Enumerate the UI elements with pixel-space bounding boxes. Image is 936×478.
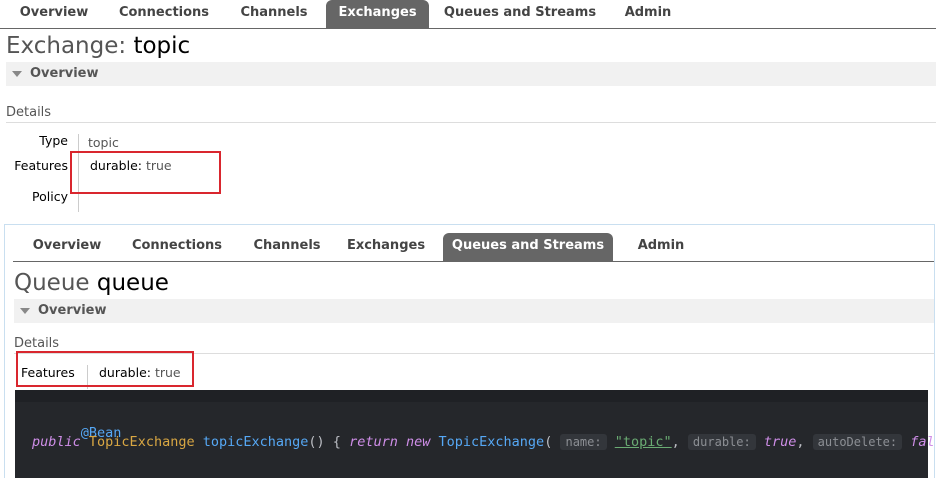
open-paren: ( [544,434,553,450]
string-literal: "topic" [614,434,672,450]
queue-nav-tabs: Overview Connections Channels Exchanges … [13,233,934,262]
tab-admin[interactable]: Admin [612,0,684,28]
tab-queues-and-streams[interactable]: Queues and Streams [443,233,613,261]
keyword-public: public [32,434,81,450]
divider [6,122,936,123]
tab-overview[interactable]: Overview [21,233,113,261]
collapse-triangle-icon [12,71,22,77]
return-type: TopicExchange [88,434,195,450]
type-value: topic [88,135,119,150]
section-label: Overview [38,303,107,318]
method-name: topicExchange [202,434,309,450]
tab-queues-and-streams[interactable]: Queues and Streams [437,0,603,28]
tab-connections[interactable]: Connections [119,233,235,261]
tab-admin[interactable]: Admin [625,233,697,261]
highlight-box [16,351,194,387]
tab-exchanges[interactable]: Exchanges [326,0,429,28]
overview-section-header[interactable]: Overview [6,62,936,86]
details-heading: Details [6,105,52,120]
highlight-box [70,151,221,194]
keyword-new: new [405,434,431,450]
code-editor-top-bar [15,390,928,402]
policy-key: Policy [32,189,68,204]
tab-connections[interactable]: Connections [106,0,222,28]
queue-name: queue [96,270,169,296]
queue-panel: Overview Connections Channels Exchanges … [4,224,935,478]
section-label: Overview [30,66,99,81]
tab-channels[interactable]: Channels [241,233,333,261]
comma: , [796,434,805,450]
durable-literal: true [763,434,797,450]
code-line-method: public TopicExchange topicExchange() { r… [32,434,935,450]
page-title: Queue queue [14,270,169,296]
tab-channels[interactable]: Channels [228,0,320,28]
type-key: Type [39,133,68,148]
param-hint-name: name: [560,434,607,450]
overview-section-header[interactable]: Overview [14,299,934,323]
tab-exchanges[interactable]: Exchanges [339,233,433,261]
comma: , [671,434,680,450]
tab-overview[interactable]: Overview [8,0,100,28]
autodelete-literal: false [910,434,935,450]
param-hint-durable: durable: [687,434,756,450]
exchange-nav-tabs: Overview Connections Channels Exchanges … [0,0,936,29]
code-editor: @Bean public TopicExchange topicExchange… [15,390,934,478]
keyword-return: return [349,434,398,450]
method-open: () { [308,434,341,450]
details-heading: Details [14,336,60,351]
constructor-name: TopicExchange [438,434,545,450]
title-prefix: Exchange: [6,33,127,59]
collapse-triangle-icon [20,308,30,314]
exchange-panel: Overview Connections Channels Exchanges … [0,0,936,218]
features-key: Features [14,158,68,173]
title-prefix: Queue [14,270,90,296]
param-hint-autodelete: autoDelete: [812,434,903,450]
exchange-name: topic [133,33,191,59]
page-title: Exchange: topic [6,33,190,59]
